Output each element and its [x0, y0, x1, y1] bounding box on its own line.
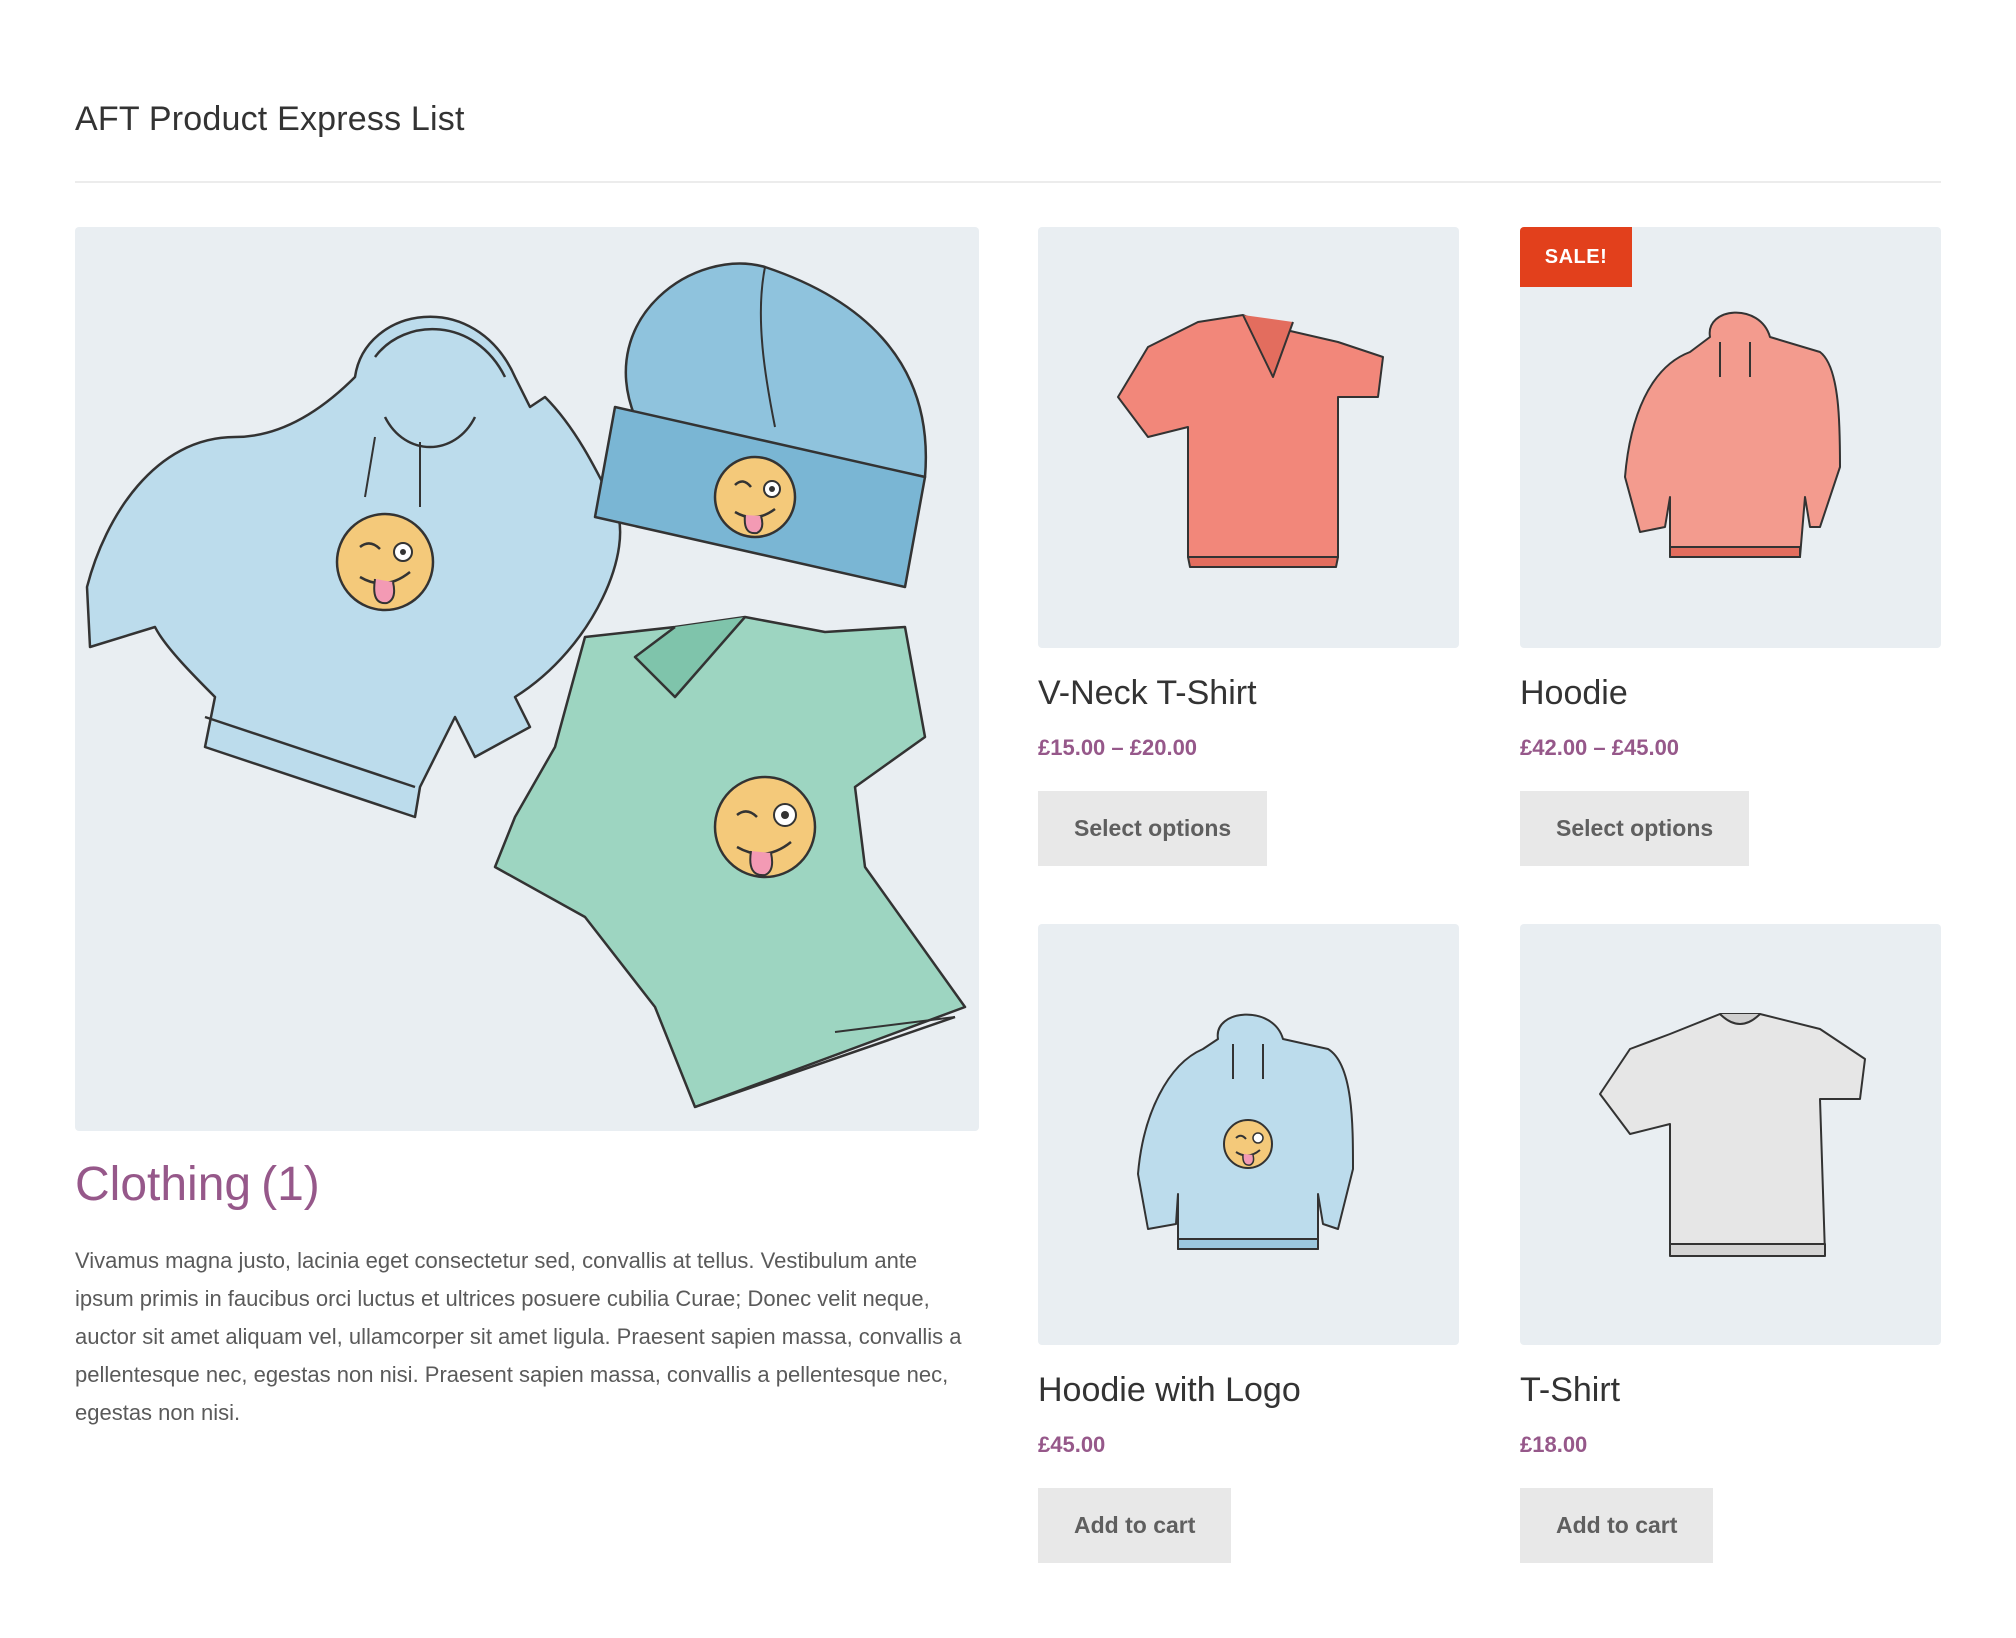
category-card-clothing[interactable]: Clothing (1) Vivamus magna justo, lacinia… — [75, 227, 979, 1432]
beanie-illustration — [593, 262, 928, 589]
wink-emoji-on-tshirt — [713, 775, 817, 879]
category-image-clothing[interactable] — [75, 227, 979, 1131]
product-image-tshirt[interactable] — [1520, 924, 1941, 1345]
category-title[interactable]: Clothing (1) — [75, 1157, 979, 1212]
product-card-hoodie[interactable]: SALE! Hoodie £42.00 – £45.00 Select opti… — [1520, 227, 1941, 866]
select-options-button[interactable]: Select options — [1520, 791, 1750, 866]
wink-emoji-on-hoodie — [335, 512, 435, 612]
wink-emoji-on-beanie — [713, 455, 797, 539]
select-options-button[interactable]: Select options — [1038, 791, 1268, 866]
product-image-vneck-tshirt[interactable] — [1038, 227, 1459, 648]
add-to-cart-button[interactable]: Add to cart — [1038, 1488, 1232, 1563]
product-title[interactable]: Hoodie with Logo — [1038, 1371, 1459, 1410]
page-title: AFT Product Express List — [75, 100, 465, 138]
product-price: £18.00 — [1520, 1432, 1588, 1457]
product-card-tshirt[interactable]: T-Shirt £18.00 Add to cart — [1520, 924, 1941, 1563]
add-to-cart-button[interactable]: Add to cart — [1520, 1488, 1714, 1563]
product-card-vneck-tshirt[interactable]: V-Neck T-Shirt £15.00 – £20.00 Select op… — [1038, 227, 1459, 866]
sale-badge: SALE! — [1520, 227, 1632, 287]
product-card-hoodie-with-logo[interactable]: Hoodie with Logo £45.00 Add to cart — [1038, 924, 1459, 1563]
product-title[interactable]: V-Neck T-Shirt — [1038, 674, 1459, 713]
category-name[interactable]: Clothing — [75, 1158, 251, 1211]
category-count: (1) — [261, 1158, 320, 1211]
product-title[interactable]: Hoodie — [1520, 674, 1941, 713]
product-price: £45.00 — [1038, 1432, 1106, 1457]
category-description: Vivamus magna justo, lacinia eget consec… — [75, 1248, 962, 1425]
product-price: £42.00 – £45.00 — [1520, 735, 1680, 760]
product-image-hoodie-with-logo[interactable] — [1038, 924, 1459, 1345]
product-price: £15.00 – £20.00 — [1038, 735, 1198, 760]
product-title[interactable]: T-Shirt — [1520, 1371, 1941, 1410]
header-divider — [75, 181, 1941, 183]
product-image-hoodie[interactable]: SALE! — [1520, 227, 1941, 648]
